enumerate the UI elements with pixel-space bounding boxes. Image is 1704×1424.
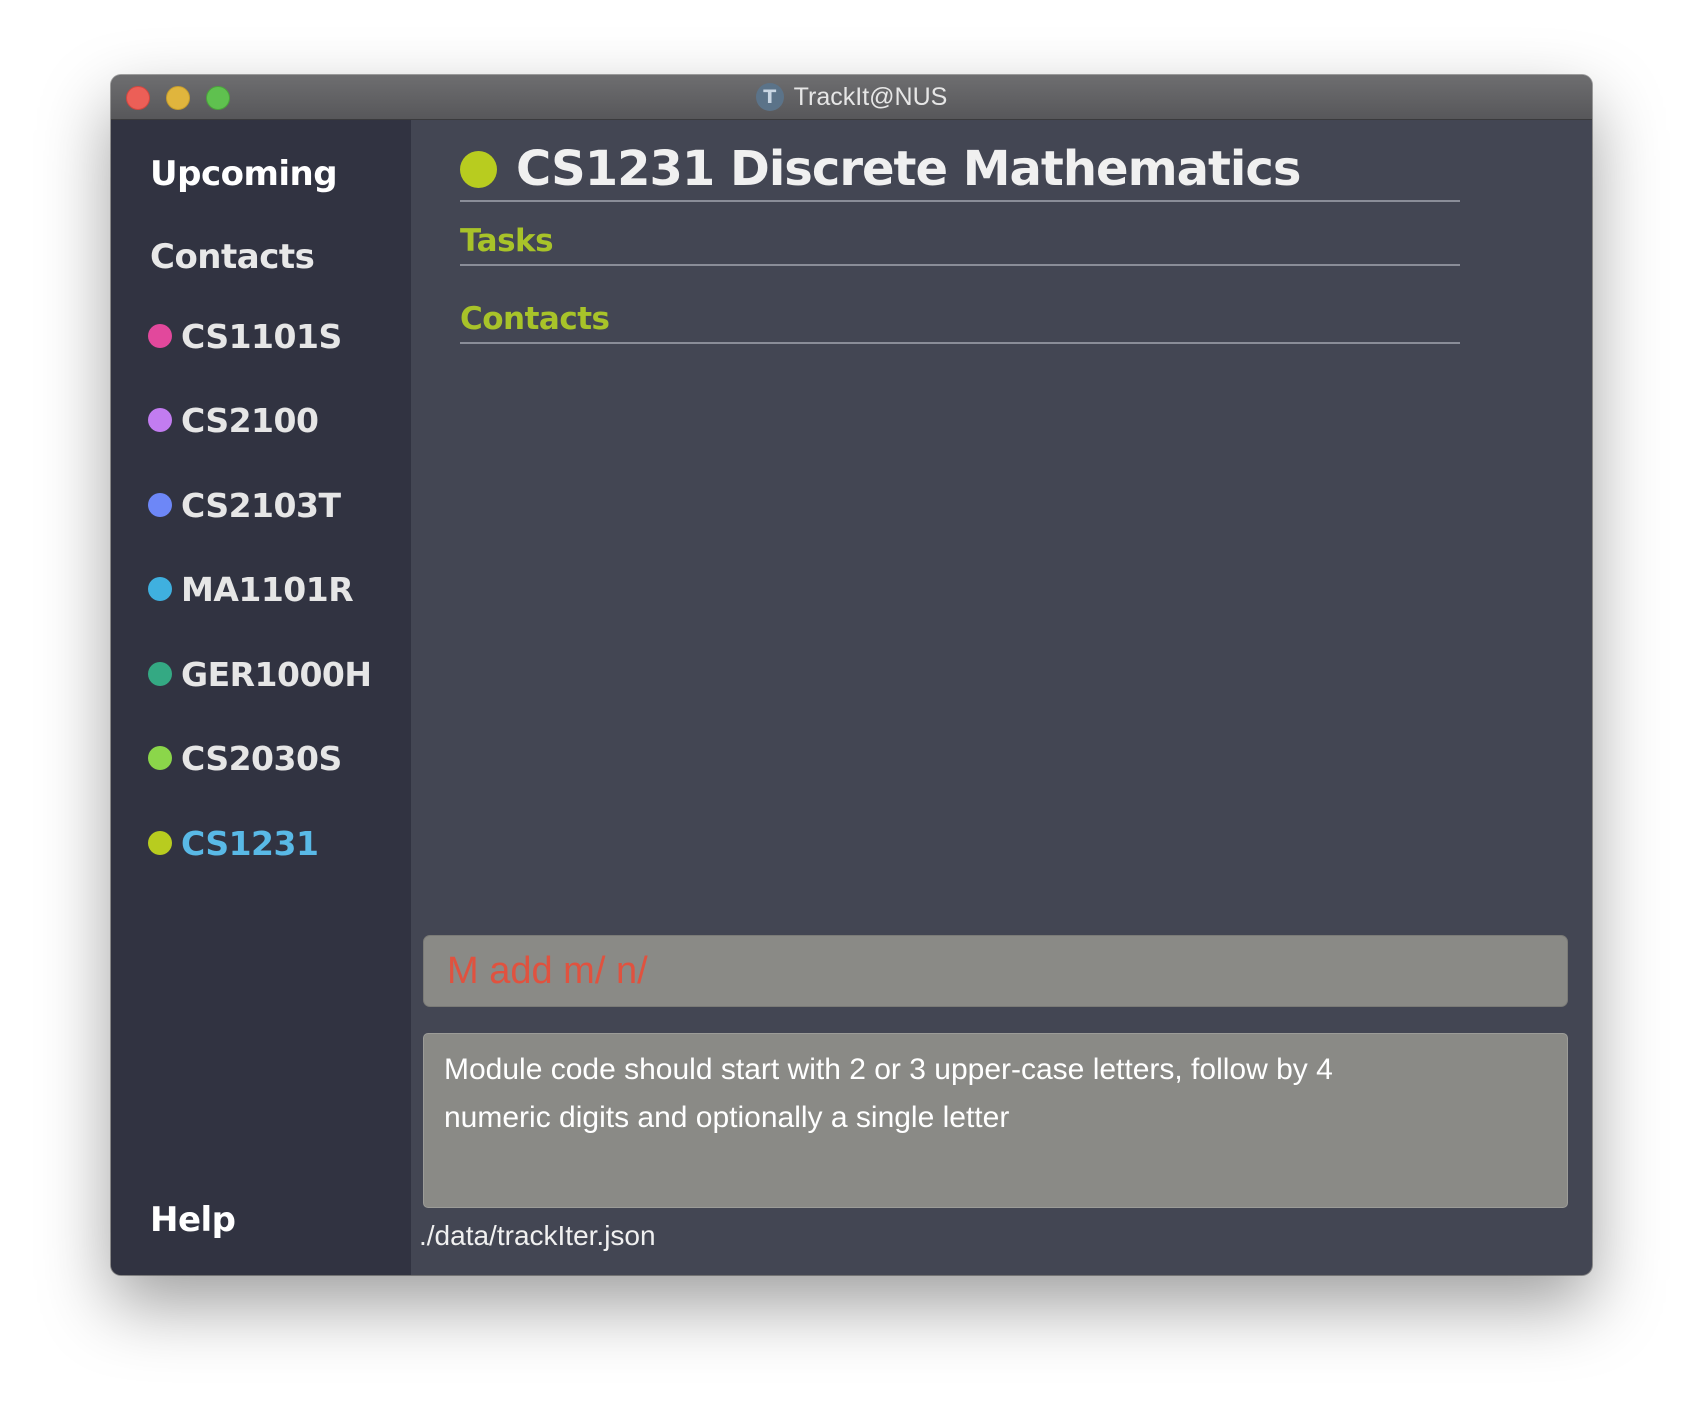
status-bar-file-path: ./data/trackIter.json (419, 1220, 656, 1251)
module-color-dot (148, 493, 172, 517)
module-header: CS1231 Discrete Mathematics (460, 138, 1460, 202)
window-title-group: T TrackIt@NUS (111, 75, 1592, 119)
sidebar-module-cs1101s[interactable]: CS1101S (148, 316, 342, 356)
sidebar-item-upcoming[interactable]: Upcoming (150, 154, 338, 194)
command-text: M add m/ n/ (447, 949, 648, 992)
module-color-dot (148, 324, 172, 348)
module-color-dot (148, 746, 172, 770)
window-title: TrackIt@NUS (793, 82, 948, 111)
sidebar: Upcoming Contacts CS1101S CS2100 CS2103T… (111, 120, 411, 1275)
sidebar-module-cs2103t[interactable]: CS2103T (148, 485, 341, 525)
sidebar-module-cs2030s[interactable]: CS2030S (148, 738, 342, 778)
module-label: CS1101S (181, 316, 342, 356)
contacts-section-label: Contacts (460, 301, 610, 337)
main-panel: CS1231 Discrete Mathematics Tasks Contac… (411, 120, 1592, 1275)
sidebar-module-cs2100[interactable]: CS2100 (148, 400, 319, 440)
module-label: GER1000H (181, 654, 372, 694)
module-color-dot (148, 831, 172, 855)
title-bar[interactable]: T TrackIt@NUS (111, 75, 1592, 120)
module-label: CS2030S (181, 738, 342, 778)
result-message: Module code should start with 2 or 3 upp… (444, 1053, 1333, 1134)
tasks-section[interactable]: Tasks (460, 218, 1460, 266)
module-color-dot (148, 408, 172, 432)
module-color-dot (460, 150, 497, 188)
sidebar-module-ma1101r[interactable]: MA1101R (148, 569, 354, 609)
sidebar-module-cs1231[interactable]: CS1231 (148, 823, 319, 863)
module-color-dot (148, 577, 172, 601)
contacts-section[interactable]: Contacts (460, 296, 1460, 344)
app-window: T TrackIt@NUS Upcoming Contacts CS1101S … (111, 75, 1592, 1275)
sidebar-module-ger1000h[interactable]: GER1000H (148, 654, 372, 694)
module-label: MA1101R (181, 569, 354, 609)
page-title: CS1231 Discrete Mathematics (516, 141, 1301, 197)
result-display: Module code should start with 2 or 3 upp… (423, 1033, 1568, 1208)
module-label-active: CS1231 (181, 823, 319, 863)
module-label: CS2103T (181, 485, 341, 525)
module-color-dot (148, 662, 172, 686)
sidebar-item-help[interactable]: Help (150, 1200, 236, 1240)
sidebar-item-contacts[interactable]: Contacts (150, 237, 315, 277)
app-logo-icon: T (755, 83, 784, 111)
command-input[interactable]: M add m/ n/ (423, 935, 1568, 1007)
module-label: CS2100 (181, 400, 319, 440)
tasks-section-label: Tasks (460, 223, 554, 259)
